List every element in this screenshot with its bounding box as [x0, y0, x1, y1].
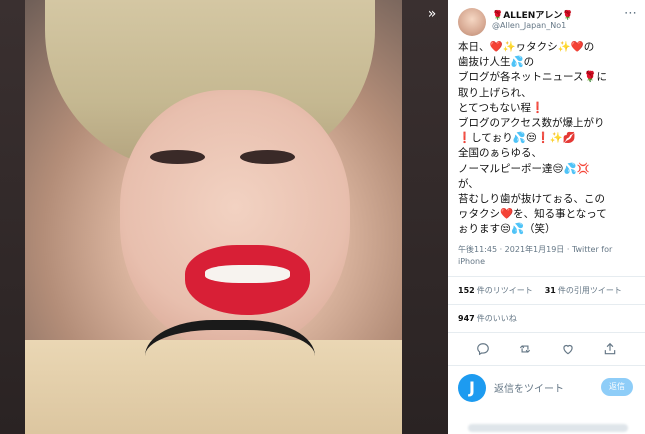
photo-left-eye [150, 150, 205, 164]
photo-collar [145, 320, 315, 410]
retweets-stat[interactable]: 152 件のリツイート [458, 285, 533, 296]
like-icon[interactable] [560, 341, 576, 357]
more-options-icon[interactable]: ⋯ [624, 6, 637, 21]
reply-button[interactable]: 返信 [601, 377, 633, 396]
retweet-icon[interactable] [517, 341, 533, 357]
expand-panel-button[interactable]: » [420, 6, 444, 26]
tweet-panel: 🌹ALLENアレン🌹 @Allen_Japan_No1 ⋯ 本日、❤️✨ヮタクシ… [448, 0, 645, 434]
reply-icon[interactable] [475, 341, 491, 357]
photo-right-eye [240, 150, 295, 164]
tweet-header: 🌹ALLENアレン🌹 @Allen_Japan_No1 ⋯ [448, 0, 645, 38]
engagement-stats: 152 件のリツイート 31 件の引用ツイート [448, 277, 645, 304]
photo-teeth [205, 265, 290, 283]
author-avatar[interactable] [458, 8, 486, 36]
author-handle[interactable]: @Allen_Japan_No1 [492, 21, 566, 30]
author-name[interactable]: 🌹ALLENアレン🌹 [492, 8, 574, 21]
tweet-actions [448, 333, 645, 365]
double-chevron-right-icon: » [427, 6, 437, 22]
likes-stat[interactable]: 947 件のいいね [448, 305, 645, 332]
tweet-text: 本日、❤️✨ヮタクシ✨❤️の 歯抜け人生💦の ブログが各ネットニュース🌹に 取り… [458, 41, 608, 236]
share-icon[interactable] [602, 341, 618, 357]
reply-input[interactable]: 返信をツイート [494, 380, 564, 395]
blurred-reply-preview [468, 424, 628, 432]
tweet-photo[interactable] [25, 0, 402, 434]
reply-composer: J 返信をツイート 返信 [448, 366, 645, 410]
viewer-avatar: J [458, 373, 486, 402]
tweet-timestamp[interactable]: 午後11:45 · 2021年1月19日 · Twitter for iPhon… [448, 238, 645, 268]
quotes-stat[interactable]: 31 件の引用ツイート [545, 285, 622, 296]
